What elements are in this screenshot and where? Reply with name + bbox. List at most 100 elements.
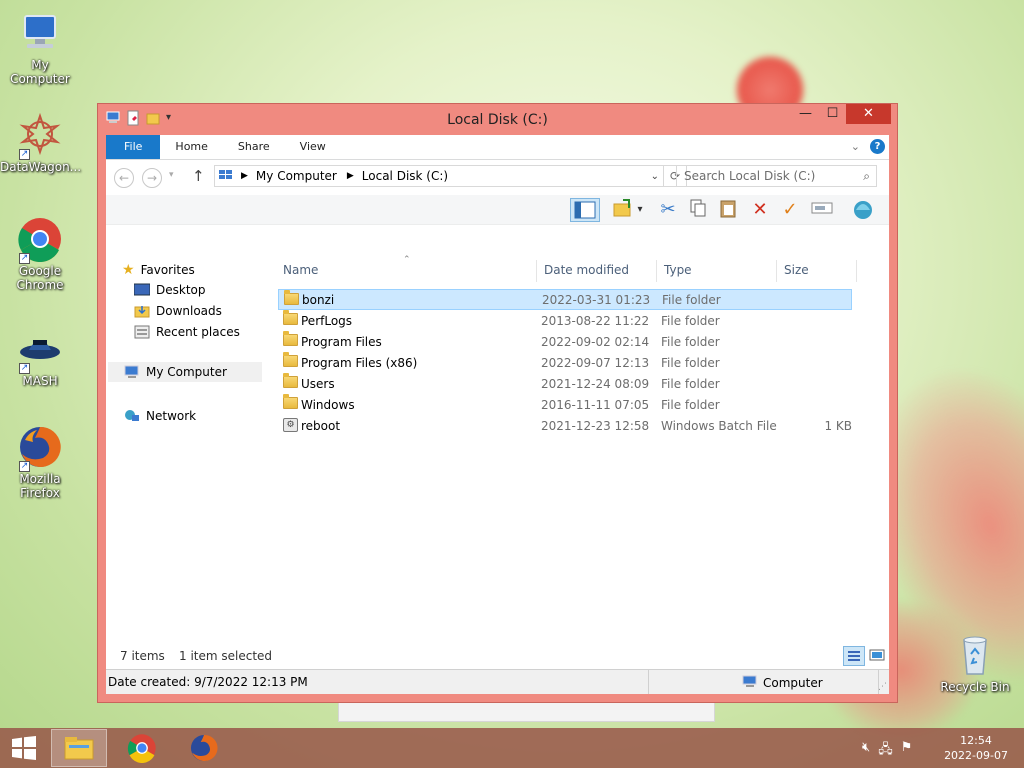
chrome-icon — [127, 734, 156, 763]
desktop-icon-datawagon[interactable]: ↗ DataWagon... — [0, 112, 81, 174]
minimize-button[interactable]: — — [792, 104, 819, 124]
table-row[interactable]: PerfLogs 2013-08-22 11:22 File folder — [278, 310, 852, 331]
large-icons-view-button[interactable] — [867, 646, 887, 666]
computer-small-icon — [742, 675, 758, 691]
column-separator[interactable] — [776, 260, 777, 282]
resize-grip-icon[interactable]: ⋰ — [878, 682, 887, 692]
expand-ribbon-icon[interactable]: ⌄ — [851, 140, 860, 153]
file-type: File folder — [661, 313, 720, 328]
preview-pane-button[interactable] — [570, 198, 600, 222]
table-row[interactable]: ⚙ reboot 2021-12-23 12:58 Windows Batch … — [278, 415, 852, 436]
search-input[interactable]: Search Local Disk (C:) ⌕ — [676, 165, 877, 187]
file-name: PerfLogs — [301, 313, 353, 328]
recycle-bin-icon — [952, 632, 998, 678]
back-button[interactable]: ← — [114, 168, 134, 188]
chevron-right-icon[interactable]: ▶ — [347, 171, 354, 181]
column-separator[interactable] — [856, 260, 857, 282]
details-bar: Date created: 9/7/2022 12:13 PM Computer… — [106, 669, 889, 694]
network-icon — [124, 409, 140, 423]
file-name: Program Files (x86) — [301, 355, 418, 370]
column-header-name[interactable]: Name — [283, 263, 318, 277]
nav-label: My Computer — [146, 365, 227, 379]
details-view-button[interactable] — [843, 646, 865, 666]
title-bar[interactable]: ▾ Local Disk (C:) — ☐ ✕ — [98, 104, 897, 135]
table-row[interactable]: Program Files 2022-09-02 02:14 File fold… — [278, 331, 852, 352]
file-date: 2021-12-23 12:58 — [541, 418, 650, 433]
address-bar[interactable]: ▶ My Computer ▶ Local Disk (C:) ⌄ — [214, 165, 664, 187]
location-label: Computer — [763, 676, 823, 690]
clock[interactable]: 12:54 2022-09-07 — [944, 733, 1008, 763]
ribbon-right: ⌄ ? — [851, 139, 885, 154]
rename-check-icon[interactable]: ✓ — [778, 198, 802, 222]
table-row[interactable]: Windows 2016-11-11 07:05 File folder — [278, 394, 852, 415]
volume-muted-icon[interactable]: 🔇︎ — [862, 740, 870, 762]
nav-label: Network — [146, 409, 197, 423]
help-icon[interactable]: ? — [870, 139, 885, 154]
column-header-size[interactable]: Size — [784, 263, 809, 277]
file-type: File folder — [661, 376, 720, 391]
folder-properties-icon[interactable] — [611, 198, 635, 222]
desktop-icon-label: Recycle Bin — [940, 680, 1010, 694]
tab-view[interactable]: View — [285, 135, 341, 159]
file-date: 2022-09-02 02:14 — [541, 334, 650, 349]
cut-icon[interactable]: ✂ — [656, 198, 680, 222]
firefox-icon: ↗ — [17, 424, 63, 472]
desktop-icon-google-chrome[interactable]: ↗ Google Chrome — [0, 216, 80, 292]
background-window — [338, 700, 715, 722]
table-row[interactable]: bonzi 2022-03-31 01:23 File folder — [278, 289, 852, 310]
taskbar: 🔇︎ 🖧︎ ⚑ 12:54 2022-09-07 — [0, 728, 1024, 768]
nav-downloads[interactable]: Downloads — [134, 304, 222, 318]
desktop-icon-my-computer[interactable]: My Computer — [0, 10, 80, 86]
nav-network[interactable]: Network — [124, 409, 196, 423]
desktop-icon-label: Google Chrome — [16, 264, 64, 292]
breadcrumb-local-disk[interactable]: Local Disk (C:) — [362, 169, 448, 183]
chevron-right-icon[interactable]: ▶ — [241, 171, 248, 181]
folder-icon — [284, 290, 299, 305]
column-separator[interactable] — [656, 260, 657, 282]
nav-label: Favorites — [140, 263, 195, 277]
explorer-window: ▾ Local Disk (C:) — ☐ ✕ File Home Share … — [97, 103, 898, 703]
forward-button[interactable]: → — [142, 168, 162, 188]
column-separator[interactable] — [536, 260, 537, 282]
copy-icon[interactable] — [686, 198, 710, 222]
desktop-icon-label: Mozilla Firefox — [19, 472, 61, 500]
chevron-down-icon[interactable]: ▾ — [634, 198, 646, 222]
maximize-button[interactable]: ☐ — [819, 104, 846, 124]
file-date: 2013-08-22 11:22 — [541, 313, 650, 328]
nav-recent-places[interactable]: Recent places — [134, 325, 240, 339]
up-button[interactable]: ↑ — [192, 167, 205, 185]
network-tray-icon[interactable]: 🖧︎ — [878, 740, 893, 762]
nav-desktop[interactable]: Desktop — [133, 283, 206, 297]
rename-icon[interactable] — [810, 198, 834, 222]
nav-my-computer[interactable]: My Computer — [108, 362, 262, 382]
start-button[interactable] — [0, 729, 48, 767]
taskbar-google-chrome[interactable] — [114, 729, 170, 767]
table-row[interactable]: Users 2021-12-24 08:09 File folder — [278, 373, 852, 394]
paste-icon[interactable] — [716, 198, 740, 222]
column-header-date[interactable]: Date modified — [544, 263, 629, 277]
nav-label: Desktop — [156, 283, 206, 297]
desktop-icon-mozilla-firefox[interactable]: ↗ Mozilla Firefox — [0, 424, 80, 500]
column-header-type[interactable]: Type — [664, 263, 692, 277]
taskbar-file-explorer[interactable] — [51, 729, 107, 767]
action-center-flag-icon[interactable]: ⚑ — [901, 740, 913, 762]
taskbar-mozilla-firefox[interactable] — [176, 729, 232, 767]
delete-icon[interactable]: ✕ — [748, 198, 772, 222]
desktop-icon-mash[interactable]: ↗ MASH — [0, 326, 80, 388]
tab-share[interactable]: Share — [223, 135, 285, 159]
table-row[interactable]: Program Files (x86) 2022-09-07 12:13 Fil… — [278, 352, 852, 373]
desktop-icon-recycle-bin[interactable]: Recycle Bin — [935, 632, 1015, 694]
nav-favorites[interactable]: ★ Favorites — [122, 262, 195, 278]
tab-home[interactable]: Home — [160, 135, 222, 159]
batch-file-icon: ⚙ — [283, 418, 298, 432]
file-date: 2021-12-24 08:09 — [541, 376, 650, 391]
folder-icon — [283, 394, 298, 409]
chevron-down-icon[interactable]: ⌄ — [651, 171, 659, 182]
shell-icon[interactable] — [851, 198, 875, 222]
breadcrumb-my-computer[interactable]: My Computer — [256, 169, 337, 183]
recent-locations-icon[interactable]: ▾ — [169, 170, 174, 180]
close-button[interactable]: ✕ — [846, 104, 891, 124]
file-name: Users — [301, 376, 335, 391]
windows-icon — [12, 736, 36, 760]
tab-file[interactable]: File — [106, 135, 161, 159]
